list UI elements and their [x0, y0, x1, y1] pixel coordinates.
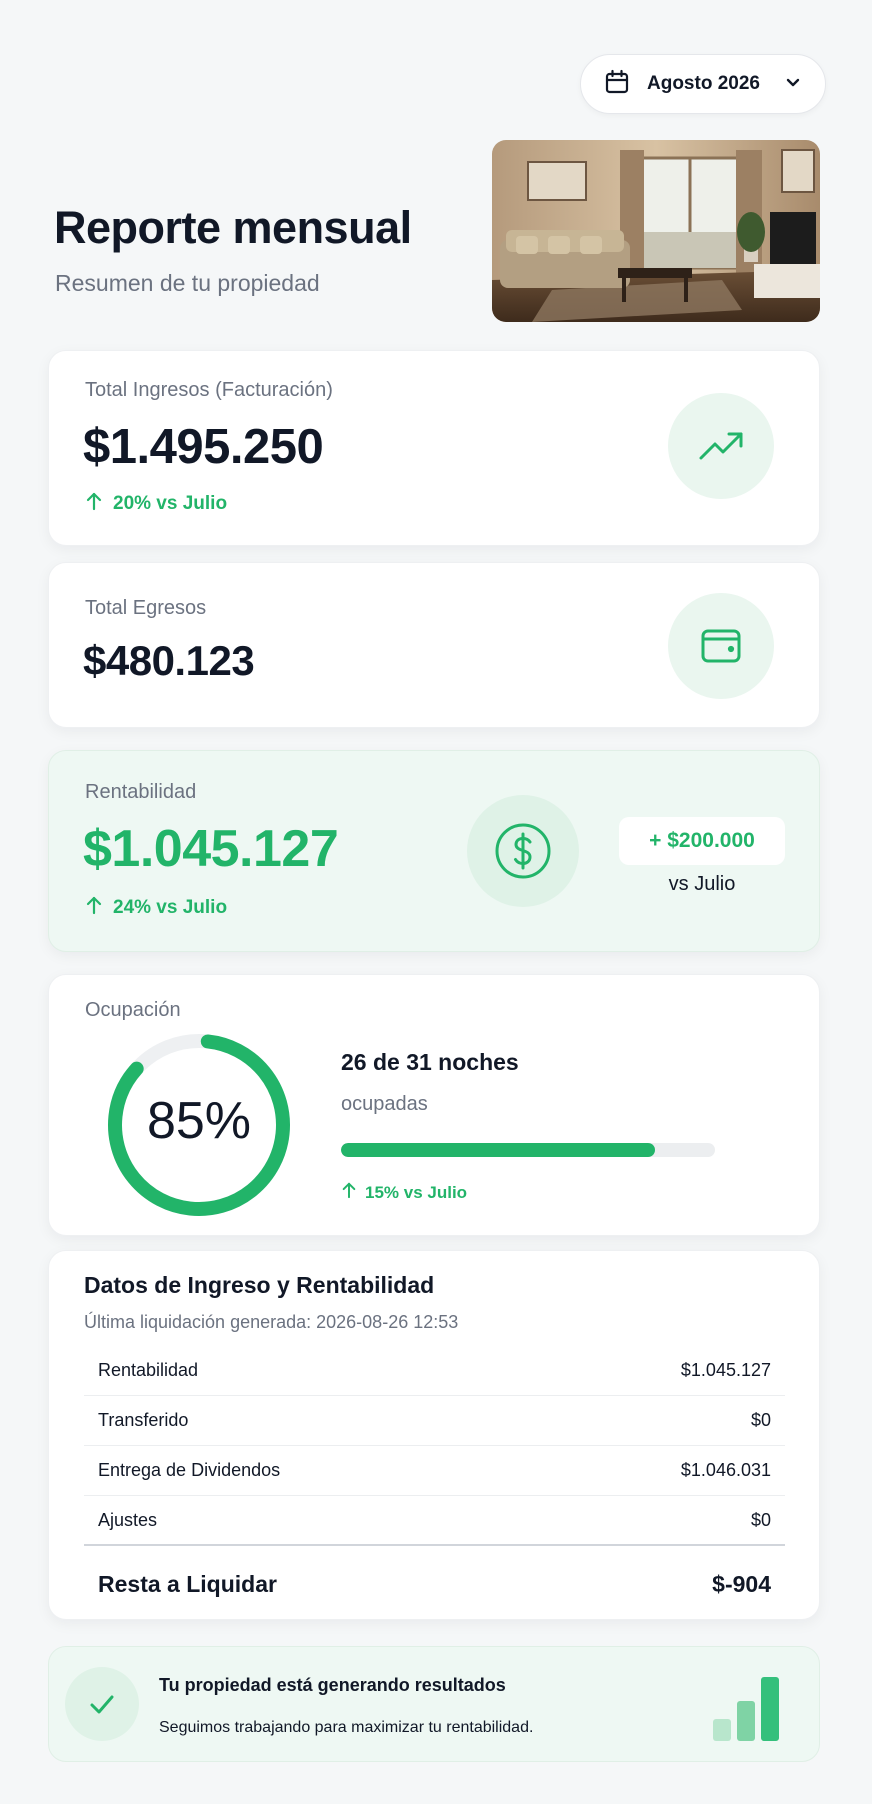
income-delta: 20% vs Julio	[85, 491, 227, 517]
occupancy-nights-caption: ocupadas	[341, 1093, 428, 1115]
row-label: Transferido	[98, 1410, 189, 1430]
occupancy-progress-bar	[341, 1143, 715, 1157]
banner-text: Seguimos trabajando para maximizar tu re…	[159, 1719, 534, 1736]
table-total-row: Resta a Liquidar $-904	[84, 1558, 785, 1610]
check-icon	[65, 1667, 139, 1741]
status-banner: Tu propiedad está generando resultados S…	[48, 1646, 820, 1762]
total-label: Resta a Liquidar	[98, 1570, 277, 1597]
occupancy-percent: 85%	[146, 1092, 252, 1150]
arrow-up-icon	[341, 1181, 357, 1204]
income-label: Total Ingresos (Facturación)	[85, 379, 333, 401]
month-selector[interactable]: Agosto 2026	[580, 54, 826, 114]
property-photo	[492, 140, 820, 322]
row-value: $0	[750, 1509, 771, 1530]
occupancy-ring: 85%	[105, 1031, 293, 1219]
table-row: Ajustes $0	[84, 1496, 785, 1546]
settlement-subtitle: Última liquidación generada: 2026-08-26 …	[84, 1312, 459, 1332]
occupancy-progress-fill	[341, 1143, 655, 1157]
wallet-icon	[668, 593, 774, 699]
occupancy-delta: 15% vs Julio	[341, 1181, 467, 1204]
chevron-down-icon	[783, 72, 803, 97]
calendar-icon	[603, 68, 631, 101]
profitability-delta: 24% vs Julio	[85, 895, 227, 921]
arrow-up-icon	[85, 491, 103, 517]
occupancy-delta-text: 15% vs Julio	[365, 1182, 468, 1202]
profitability-value: $1.045.127	[83, 820, 339, 878]
table-row: Rentabilidad $1.045.127	[84, 1346, 785, 1396]
income-card: Total Ingresos (Facturación) $1.495.250 …	[48, 350, 820, 546]
row-label: Entrega de Dividendos	[98, 1460, 281, 1480]
row-value: $1.046.031	[680, 1460, 771, 1480]
occupancy-card: Ocupación 85% 26 de 31 noches ocupadas 1…	[48, 974, 820, 1236]
row-label: Ajustes	[98, 1509, 158, 1530]
trending-up-icon	[668, 393, 774, 499]
bar-chart-icon	[709, 1671, 785, 1746]
profitability-label: Rentabilidad	[85, 781, 197, 803]
page-title: Reporte mensual	[54, 202, 412, 253]
settlement-title: Datos de Ingreso y Rentabilidad	[84, 1272, 435, 1298]
income-delta-text: 20% vs Julio	[113, 493, 228, 514]
row-value: $0	[750, 1410, 771, 1430]
profitability-badge-caption: vs Julio	[668, 873, 736, 895]
profitability-badge: + $200.000	[619, 817, 785, 865]
arrow-up-icon	[85, 895, 103, 921]
expenses-card: Total Egresos $480.123	[48, 562, 820, 728]
table-row: Entrega de Dividendos $1.046.031	[84, 1446, 785, 1496]
month-selector-label: Agosto 2026	[647, 73, 760, 94]
dollar-icon	[467, 795, 579, 907]
page-subtitle: Resumen de tu propiedad	[55, 270, 320, 296]
expenses-value: $480.123	[83, 637, 255, 684]
total-value: $-904	[712, 1570, 771, 1597]
profitability-delta-text: 24% vs Julio	[113, 897, 228, 918]
income-value: $1.495.250	[83, 420, 324, 474]
occupancy-nights: 26 de 31 noches	[341, 1049, 519, 1075]
occupancy-label: Ocupación	[85, 999, 181, 1021]
table-row: Transferido $0	[84, 1396, 785, 1446]
profitability-card: Rentabilidad $1.045.127 24% vs Julio + $…	[48, 750, 820, 952]
row-value: $1.045.127	[680, 1360, 771, 1380]
banner-title: Tu propiedad está generando resultados	[159, 1675, 506, 1695]
expenses-label: Total Egresos	[85, 597, 207, 619]
row-label: Rentabilidad	[98, 1360, 199, 1380]
